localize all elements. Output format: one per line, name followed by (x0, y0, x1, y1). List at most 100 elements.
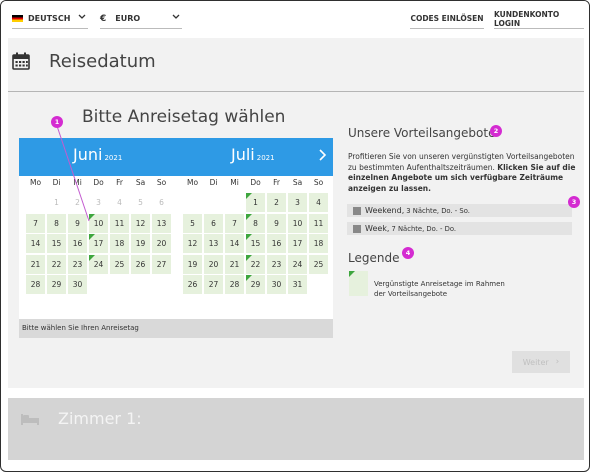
calendar-day[interactable]: 11 (309, 213, 328, 233)
calendar-day[interactable]: 14 (26, 234, 45, 253)
calendar-day[interactable]: 18 (309, 234, 328, 253)
calendar-day[interactable]: 6 (204, 213, 223, 233)
annotation-badge-4: 4 (402, 247, 414, 259)
offer-square-icon (353, 224, 361, 233)
offer-square-icon (353, 206, 361, 215)
calendar-day[interactable]: 24 (89, 254, 108, 274)
calendar-day[interactable]: 25 (110, 254, 129, 274)
calendar-day[interactable]: 21 (26, 254, 45, 274)
customer-login-link[interactable]: KUNDENKONTO LOGIN (494, 9, 584, 29)
chevron-down-icon (172, 14, 180, 19)
calendar-day[interactable]: 19 (183, 254, 202, 274)
offer-week[interactable]: Week, 7 Nächte, Do. - Do. (347, 222, 572, 235)
calendar-day[interactable]: 22 (47, 254, 66, 274)
calendar-header: Juni 2021 Juli 2021 (19, 138, 333, 176)
calendar-hint: Bitte wählen Sie Ihren Anreisetag (19, 319, 333, 338)
calendar-day[interactable]: 20 (152, 234, 171, 253)
calendar-day[interactable]: 31 (288, 275, 307, 294)
calendar-day[interactable]: 25 (309, 254, 328, 274)
offer-detail: 7 Nächte, Do. - Do. (391, 224, 457, 233)
calendar-day[interactable]: 19 (131, 234, 150, 253)
calendar-day[interactable]: 3 (288, 193, 307, 212)
calendar-day[interactable]: 13 (204, 234, 223, 253)
calendar-day[interactable]: 28 (225, 275, 244, 294)
calendar-day[interactable]: 10 (288, 213, 307, 233)
weekday-label: Mo (29, 178, 42, 187)
calendar-day[interactable]: 30 (68, 275, 87, 294)
calendar-day[interactable]: 23 (68, 254, 87, 274)
top-bar: DEUTSCH € EURO CODES EINLÖSEN KUNDENKONT… (1, 1, 589, 39)
weekday-label: Do (250, 178, 261, 187)
month-name: Juli (231, 145, 255, 164)
calendar-day: 5 (138, 198, 143, 207)
calendar-day[interactable]: 16 (267, 234, 286, 253)
calendar-day[interactable]: 18 (110, 234, 129, 253)
calendar-day[interactable]: 17 (288, 234, 307, 253)
currency-select[interactable]: € EURO (100, 9, 182, 29)
language-label: DEUTSCH (28, 14, 71, 23)
calendar-day[interactable]: 30 (267, 275, 286, 294)
language-select[interactable]: DEUTSCH (12, 9, 88, 29)
calendar-day[interactable]: 11 (110, 213, 129, 233)
calendar-day[interactable]: 9 (68, 213, 87, 233)
german-flag-icon (12, 15, 23, 22)
calendar-day[interactable]: 4 (309, 193, 328, 212)
calendar-day: 1 (54, 198, 59, 207)
calendar-day[interactable]: 7 (26, 213, 45, 233)
room-section[interactable]: Zimmer 1: (8, 398, 584, 460)
calendar-day[interactable]: 28 (26, 275, 45, 294)
legend-heading: Legende (348, 251, 400, 265)
calendar-day[interactable]: 29 (47, 275, 66, 294)
calendar-day[interactable]: 13 (152, 213, 171, 233)
weekday-label: Mo (186, 178, 199, 187)
calendar-day[interactable]: 27 (152, 254, 171, 274)
calendar-day[interactable]: 27 (204, 275, 223, 294)
room-title: Zimmer 1: (58, 409, 142, 428)
calendar-day[interactable]: 9 (267, 213, 286, 233)
chevron-right-icon[interactable] (317, 148, 327, 162)
weekday-label: Fr (273, 178, 280, 187)
calendar-day[interactable]: 2 (267, 193, 286, 212)
next-button-label: Weiter (522, 357, 549, 367)
annotation-badge-1: 1 (51, 116, 63, 128)
redeem-codes-link[interactable]: CODES EINLÖSEN (410, 9, 484, 29)
calendar-day[interactable]: 16 (68, 234, 87, 253)
weekday-label: Mi (230, 178, 239, 187)
calendar-day[interactable]: 29 (246, 275, 265, 294)
next-button[interactable]: Weiter › (512, 351, 570, 373)
legend-text: Vergünstigte Anreisetage im Rahmen der V… (374, 280, 505, 298)
weekday-label: Di (52, 178, 61, 187)
weekday-label: Sa (292, 178, 303, 187)
calendar-day[interactable]: 26 (131, 254, 150, 274)
annotation-badge-2: 2 (490, 125, 502, 137)
calendar-day[interactable]: 5 (183, 213, 202, 233)
offer-weekend[interactable]: Weekend, 3 Nächte, Do. - So. (347, 204, 572, 217)
choose-arrival-heading: Bitte Anreisetag wählen (82, 107, 286, 127)
annotation-badge-3: 3 (568, 196, 580, 208)
page-title: Reisedatum (49, 51, 156, 72)
calendar-day[interactable]: 22 (246, 254, 265, 274)
calendar-day[interactable]: 21 (225, 254, 244, 274)
chevron-right-icon: › (555, 357, 560, 367)
calendar-day[interactable]: 15 (47, 234, 66, 253)
chevron-down-icon (78, 14, 86, 19)
calendar-day[interactable]: 14 (225, 234, 244, 253)
currency-label: EURO (115, 14, 141, 23)
offer-detail: 3 Nächte, Do. - So. (406, 206, 470, 215)
calendar-day[interactable]: 26 (183, 275, 202, 294)
calendar-day[interactable]: 8 (246, 213, 265, 233)
calendar-day[interactable]: 23 (267, 254, 286, 274)
calendar-day[interactable]: 8 (47, 213, 66, 233)
calendar-day[interactable]: 24 (288, 254, 307, 274)
calendar-day: 6 (159, 198, 164, 207)
month-title-june: Juni 2021 (73, 145, 122, 164)
calendar-day[interactable]: 15 (246, 234, 265, 253)
calendar-day[interactable]: 1 (246, 193, 265, 212)
calendar-day[interactable]: 20 (204, 254, 223, 274)
calendar-day[interactable]: 7 (225, 213, 244, 233)
calendar-day[interactable]: 12 (131, 213, 150, 233)
browser-frame: DEUTSCH € EURO CODES EINLÖSEN KUNDENKONT… (0, 0, 590, 472)
calendar-day[interactable]: 12 (183, 234, 202, 253)
calendar-day[interactable]: 10 (89, 213, 108, 233)
calendar-day[interactable]: 17 (89, 234, 108, 253)
